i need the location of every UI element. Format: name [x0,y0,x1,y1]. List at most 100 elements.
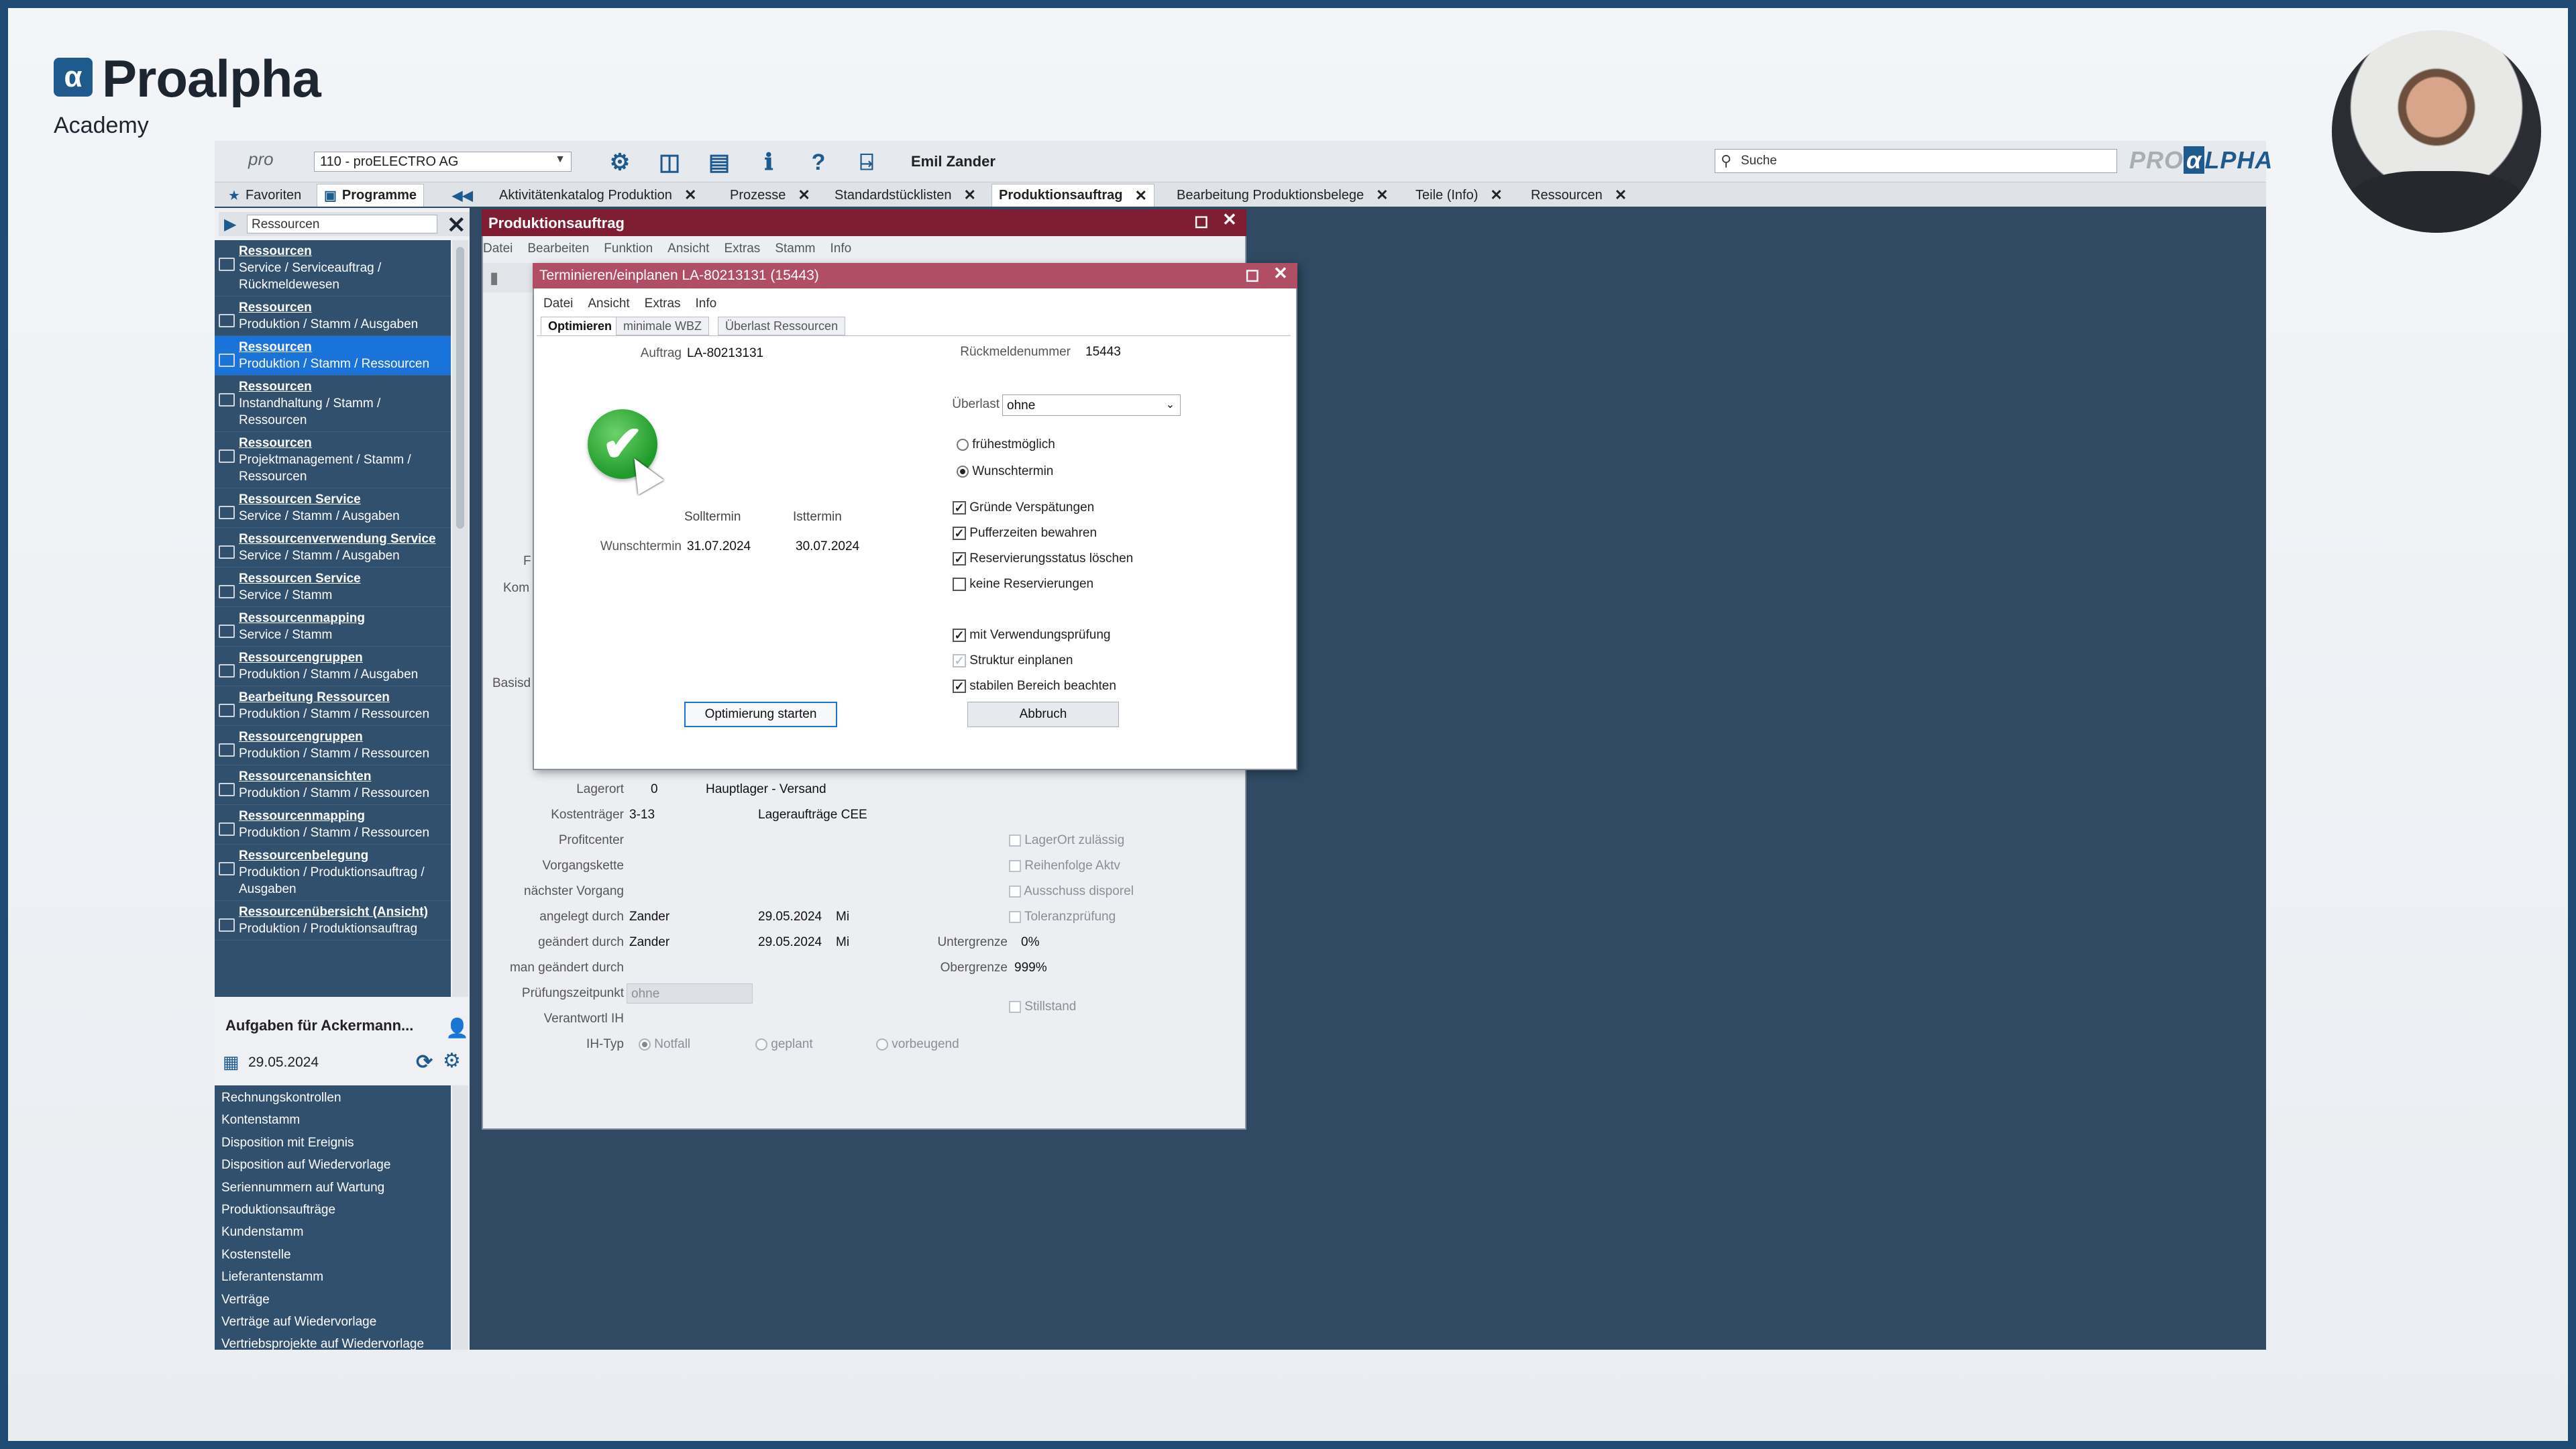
list-item[interactable]: Bearbeitung Ressourcen Produktion / Stamm… [215,686,451,726]
help-icon[interactable]: ? [804,148,833,177]
clear-search-icon[interactable]: ✕ [447,212,466,239]
checkbox[interactable] [1009,885,1021,898]
task-item[interactable]: Seriennummern auf Wartung [215,1177,451,1199]
task-item[interactable]: Kostenstelle [215,1244,451,1266]
checkbox-checked[interactable]: ✓ [953,679,966,693]
user-select-icon[interactable]: 👤 [445,1017,469,1039]
menu-item[interactable]: Stamm [775,241,815,256]
close-icon[interactable]: ✕ [684,186,696,204]
global-search-input[interactable]: ⚲ Suche [1715,149,2117,173]
ausschuss-checkbox[interactable]: Ausschuss disporel [1009,884,1134,899]
ueberlast-select[interactable]: ohne ⌄ [1002,394,1181,416]
toleranz-checkbox[interactable]: Toleranzprüfung [1009,910,1116,924]
scrollbar-thumb[interactable] [456,247,464,529]
task-item[interactable]: Disposition auf Wiedervorlage [215,1154,451,1176]
close-icon[interactable]: ✕ [1376,186,1388,204]
radio[interactable] [957,438,969,451]
menu-item[interactable]: Bearbeiten [527,241,589,256]
option-gruende-verspaetungen[interactable]: ✓ Gründe Verspätungen [953,500,1094,515]
document-icon[interactable]: ▮ [490,268,498,288]
info-icon[interactable]: ℹ [754,148,784,177]
close-icon[interactable]: ✕ [1273,263,1288,284]
tab-minimale-wbz[interactable]: minimale WBZ [616,317,710,335]
tab-ressourcen[interactable]: Ressourcen ✕ [1524,184,1633,207]
refresh-icon[interactable]: ⟳ [416,1051,433,1074]
maximize-icon[interactable]: ◻ [1194,211,1209,231]
close-icon[interactable]: ✕ [1222,209,1237,230]
menu-item[interactable]: Ansicht [588,297,629,311]
list-item[interactable]: Ressourcenbelegung Produktion / Produktio… [215,845,451,901]
exit-icon[interactable]: ⍈ [852,148,881,177]
menu-item[interactable]: Datei [483,241,513,256]
close-icon[interactable]: ✕ [798,186,810,204]
task-item[interactable]: Kundenstamm [215,1221,451,1243]
menu-item[interactable]: Datei [543,297,573,311]
close-icon[interactable]: ✕ [964,186,976,204]
menu-item[interactable]: Info [696,297,717,311]
list-item[interactable]: Ressourcengruppen Produktion / Stamm / Re… [215,726,451,765]
task-item[interactable]: Verträge auf Wiedervorlage [215,1311,451,1333]
tab-produktionsauftrag[interactable]: Produktionsauftrag ✕ [991,184,1155,207]
ihtyp-vorbeugend[interactable]: vorbeugend [876,1037,959,1052]
company-select[interactable]: 110 - proELECTRO AG ▼ [314,152,572,172]
ihtyp-geplant[interactable]: geplant [755,1037,813,1052]
task-item[interactable]: Disposition mit Ereignis [215,1132,451,1154]
list-item[interactable]: Ressourcen Service Service / Stamm [215,568,451,607]
task-item[interactable]: Kontenstamm [215,1109,451,1131]
option-pufferzeiten[interactable]: ✓ Pufferzeiten bewahren [953,526,1097,541]
tasks-scrollbar[interactable] [452,1085,468,1350]
list-item[interactable]: Ressourcenübersicht (Ansicht) Produktion … [215,901,451,941]
checkbox-checked[interactable]: ✓ [953,551,966,566]
list-item[interactable]: Ressourcen Instandhaltung / Stamm / Resso… [215,376,451,432]
collapse-sidebar-button[interactable]: ◀◀ [445,184,480,207]
list-item[interactable]: Ressourcenverwendung Service Service / St… [215,528,451,568]
menu-item[interactable]: Info [830,241,852,256]
task-item[interactable]: Produktionsaufträge [215,1199,451,1221]
list-item[interactable]: Ressourcen Produktion / Stamm / Ausgaben [215,297,451,336]
lagerort-zulaessig-checkbox[interactable]: LagerOrt zulässig [1009,833,1124,848]
results-scrollbar[interactable] [452,240,468,997]
panel-split-icon[interactable]: ◫ [655,148,684,177]
checkbox[interactable] [1009,910,1021,923]
radio-vorbeugend[interactable] [876,1038,888,1051]
option-keine-reservierungen[interactable]: keine Reservierungen [953,577,1093,592]
abbruch-button[interactable]: Abbruch [967,702,1119,727]
radio-wunschtermin[interactable]: Wunschtermin [957,464,1053,479]
run-search-icon[interactable]: ▶ [224,215,236,234]
close-icon[interactable]: ✕ [1134,187,1146,205]
radio[interactable] [957,465,969,478]
checkbox[interactable] [1009,1000,1021,1013]
pruefungszeitpunkt-select[interactable]: ohne [627,983,753,1004]
optimierung-starten-button[interactable]: Optimierung starten [684,702,837,727]
stillstand-checkbox[interactable]: Stillstand [1009,1000,1076,1014]
task-item[interactable]: Verträge [215,1289,451,1311]
layout-icon[interactable]: ▤ [704,148,734,177]
task-item[interactable]: Vertriebsprojekte auf Wiedervorlage [215,1333,451,1350]
checkbox[interactable] [1009,859,1021,872]
calendar-icon[interactable]: ▦ [223,1052,239,1073]
task-item[interactable]: Rechnungskontrollen [215,1087,451,1109]
program-search-input[interactable]: Ressourcen [247,215,437,233]
lagerort-value[interactable]: 0 [651,782,658,797]
tab-favoriten[interactable]: ★ Favoriten [221,184,308,207]
close-icon[interactable]: ✕ [1615,186,1627,204]
radio-notfall[interactable] [639,1038,651,1051]
menu-item[interactable]: Extras [724,241,760,256]
task-item[interactable]: Lieferantenstamm [215,1266,451,1288]
list-item[interactable]: Ressourcen Service Service / Stamm / Ausg… [215,488,451,528]
gear-icon[interactable]: ⚙ [443,1049,461,1073]
maximize-icon[interactable]: ◻ [1245,264,1260,285]
checkbox[interactable] [953,577,966,591]
menu-item[interactable]: Extras [645,297,681,311]
tab-aktivitaetenkatalog[interactable]: Aktivitätenkatalog Produktion ✕ [492,184,703,207]
checkbox-checked[interactable]: ✓ [953,628,966,642]
checkbox[interactable] [1009,834,1021,847]
list-item[interactable]: Ressourcenmapping Service / Stamm [215,607,451,647]
radio-fruehestmoeglich[interactable]: frühestmöglich [957,437,1055,452]
list-item[interactable]: Ressourcen Projektmanagement / Stamm / Re… [215,432,451,488]
list-item[interactable]: Ressourcenansichten Produktion / Stamm / … [215,765,451,805]
list-item-selected[interactable]: Ressourcen Produktion / Stamm / Ressource… [215,336,451,376]
checkbox-checked[interactable]: ✓ [953,500,966,515]
menu-item[interactable]: Funktion [604,241,653,256]
reihenfolge-checkbox[interactable]: Reihenfolge Aktv [1009,859,1120,873]
